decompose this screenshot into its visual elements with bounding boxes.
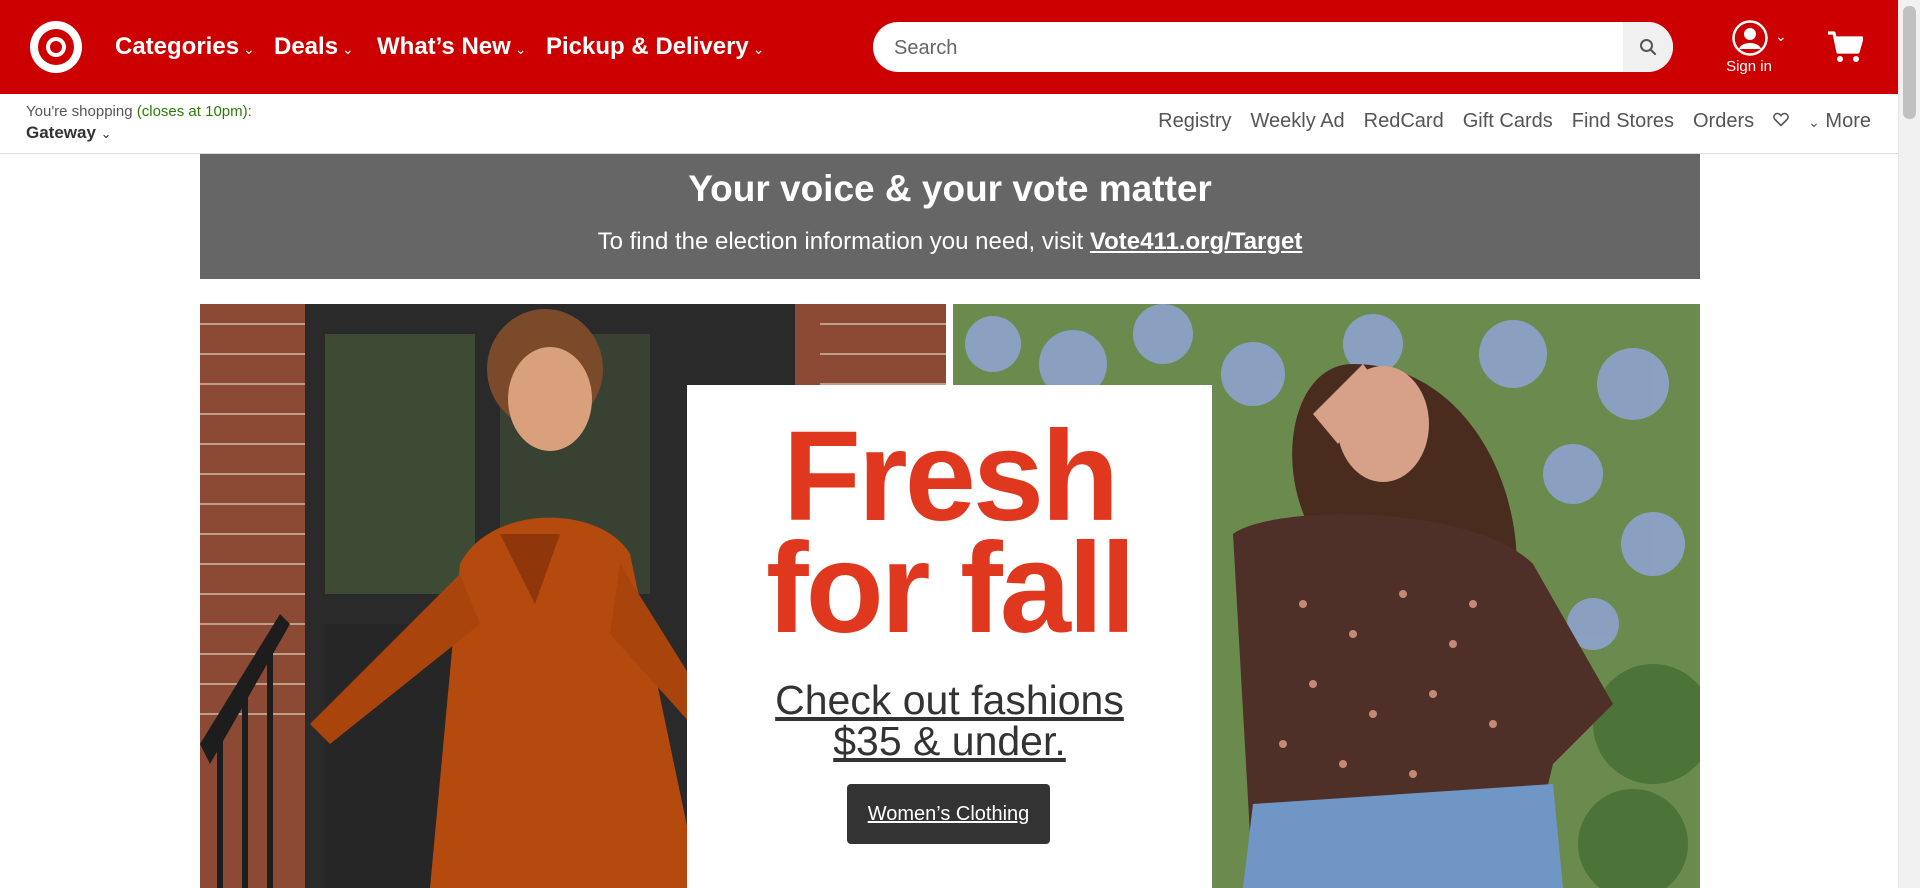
promo-subtext-link[interactable]: Check out fashions $35 & under. xyxy=(687,680,1212,762)
utility-bar: You're shopping (closes at 10pm): Gatewa… xyxy=(0,94,1899,154)
user-icon xyxy=(1732,20,1768,56)
nav-whats-new-label: What’s New xyxy=(377,33,511,60)
chevron-down-icon: ⌄ xyxy=(514,40,527,57)
womens-clothing-button[interactable]: Women’s Clothing xyxy=(847,784,1050,844)
search-icon xyxy=(1640,39,1657,56)
more-label: More xyxy=(1825,110,1871,132)
search-bar xyxy=(873,22,1673,72)
store-name: Gateway xyxy=(26,123,96,142)
scrollbar-thumb[interactable] xyxy=(1903,6,1916,119)
search-button[interactable] xyxy=(1623,22,1673,72)
more-menu-button[interactable]: ⌄ More xyxy=(1808,110,1871,133)
search-input[interactable] xyxy=(892,22,1596,72)
vote411-link[interactable]: Vote411.org/Target xyxy=(1090,228,1303,255)
banner-description: To find the election information you nee… xyxy=(597,228,1084,255)
store-hours: (closes at 10pm): xyxy=(136,103,252,120)
chevron-down-icon: ⌄ xyxy=(342,40,354,57)
banner-title: Your voice & your vote matter xyxy=(688,168,1212,209)
nav-pickup-delivery-label: Pickup & Delivery xyxy=(546,33,749,60)
promo-headline: Fresh for fall xyxy=(687,413,1212,660)
chevron-down-icon: ⌄ xyxy=(243,40,255,57)
store-status: You're shopping (closes at 10pm): xyxy=(26,103,252,120)
chevron-down-icon: ⌄ xyxy=(100,126,112,141)
nav-deals[interactable]: Deals ⌄ xyxy=(274,0,354,94)
link-find-stores[interactable]: Find Stores xyxy=(1572,110,1674,133)
nav-deals-label: Deals xyxy=(274,33,339,60)
hero-promo: Fresh for fall Check out fashions $35 & … xyxy=(200,304,1700,888)
chevron-down-icon: ⌄ xyxy=(752,40,765,57)
store-prefix: You're shopping xyxy=(26,103,133,120)
nav-pickup-delivery[interactable]: Pickup & Delivery ⌄ xyxy=(546,0,765,94)
nav-categories-label: Categories xyxy=(115,33,240,60)
banner-text: To find the election information you nee… xyxy=(200,228,1700,256)
favorites-button[interactable] xyxy=(1773,110,1789,133)
page-scrollbar[interactable] xyxy=(1898,0,1920,888)
sign-in-button[interactable]: ⌄ Sign in xyxy=(1723,18,1787,78)
cart-icon[interactable] xyxy=(1827,30,1863,64)
heart-icon xyxy=(1773,112,1789,127)
store-selector[interactable]: Gateway ⌄ xyxy=(26,123,112,143)
link-redcard[interactable]: RedCard xyxy=(1364,110,1444,133)
chevron-down-icon: ⌄ xyxy=(1775,28,1787,44)
link-registry[interactable]: Registry xyxy=(1158,110,1231,133)
promo-subtext-line2: $35 & under. xyxy=(833,718,1066,764)
target-logo-icon[interactable] xyxy=(30,21,82,73)
election-banner: Your voice & your vote matter To find th… xyxy=(200,154,1700,279)
chevron-down-icon: ⌄ xyxy=(1808,114,1820,130)
link-gift-cards[interactable]: Gift Cards xyxy=(1463,110,1553,133)
link-orders[interactable]: Orders xyxy=(1693,110,1754,133)
nav-whats-new[interactable]: What’s New ⌄ xyxy=(377,0,527,94)
utility-links: Registry Weekly Ad RedCard Gift Cards Fi… xyxy=(1139,110,1871,133)
sign-in-label: Sign in xyxy=(1726,58,1772,75)
header-bar: Categories ⌄ Deals ⌄ What’s New ⌄ Pickup & … xyxy=(0,0,1899,94)
promo-headline-line2: for fall xyxy=(765,517,1136,660)
link-weekly-ad[interactable]: Weekly Ad xyxy=(1251,110,1345,133)
promo-card: Fresh for fall Check out fashions $35 & … xyxy=(687,385,1212,888)
promo-subtext-line1: Check out fashions xyxy=(775,677,1124,723)
nav-categories[interactable]: Categories ⌄ xyxy=(115,0,255,94)
